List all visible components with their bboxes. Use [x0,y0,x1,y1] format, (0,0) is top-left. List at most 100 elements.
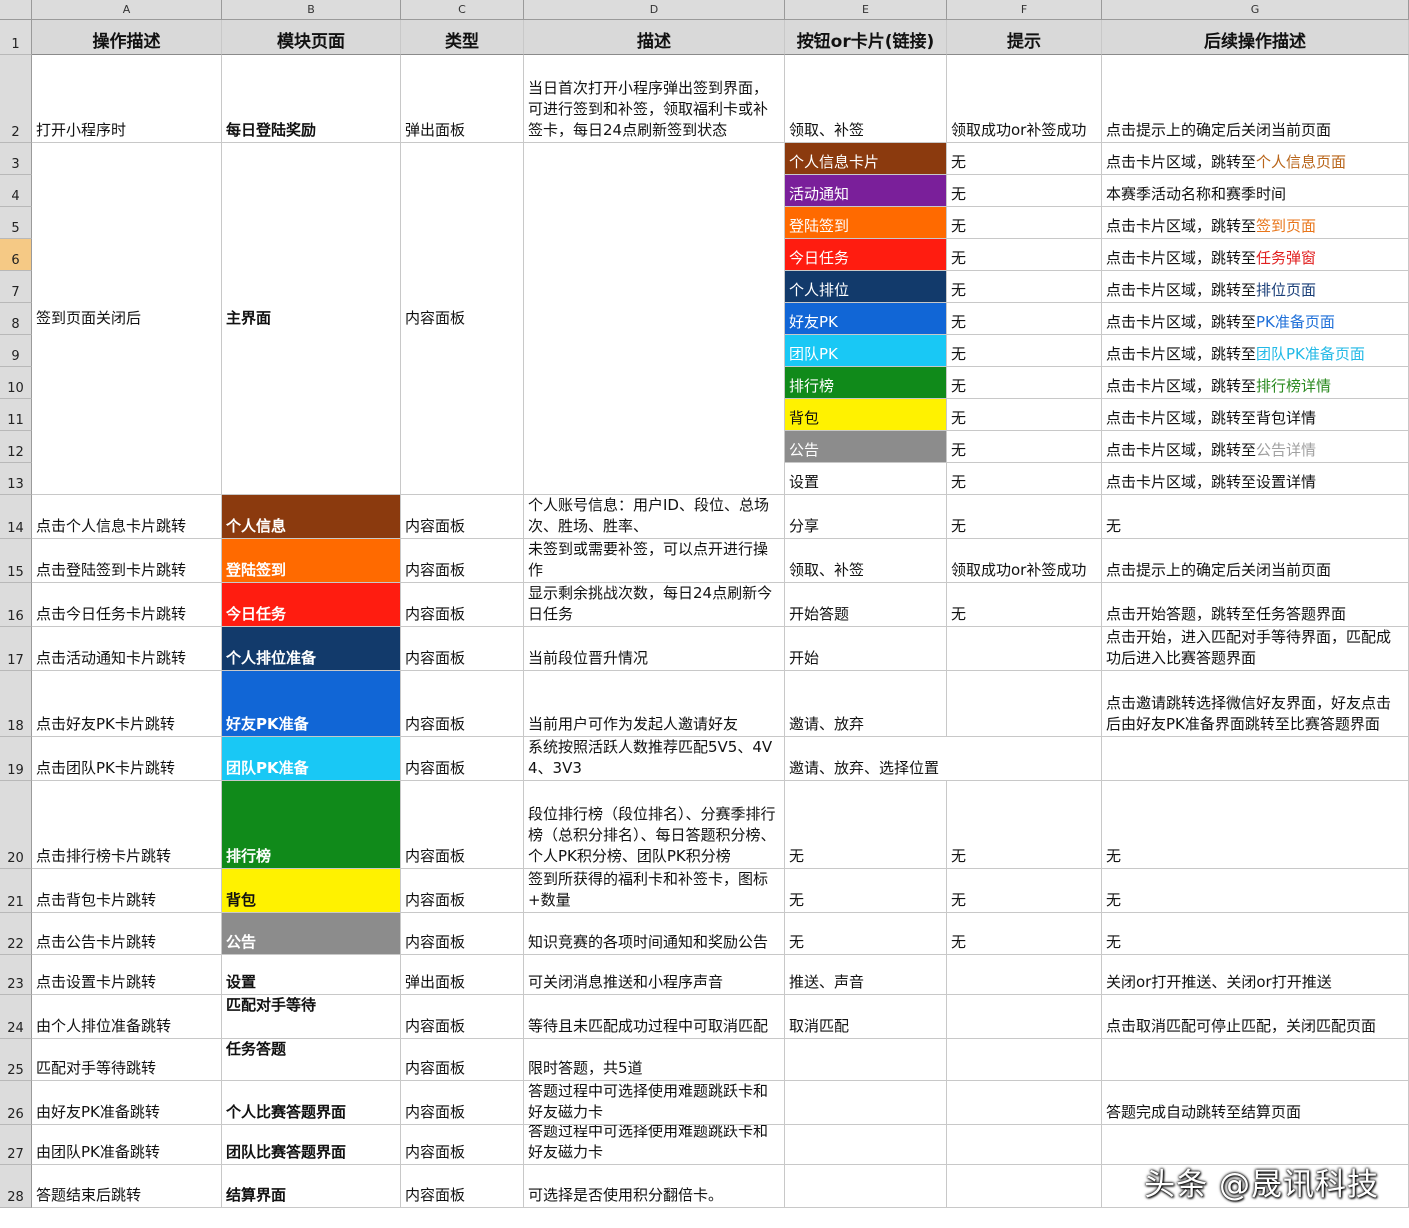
cell-f14[interactable]: 无 [947,495,1102,539]
row-header-14[interactable]: 14 [0,495,32,539]
cell-c22[interactable]: 内容面板 [401,913,524,955]
cell-c25[interactable]: 内容面板 [401,1039,524,1081]
row-header-13[interactable]: 13 [0,463,32,495]
cell-d26[interactable]: 答题过程中可选择使用难题跳跃卡和好友磁力卡 [524,1081,785,1125]
row-header-6[interactable]: 6 [0,239,32,271]
column-header-b[interactable]: B [222,0,401,20]
cell-e20[interactable]: 无 [785,781,947,869]
cell-c19[interactable]: 内容面板 [401,737,524,781]
row-header-26[interactable]: 26 [0,1081,32,1125]
cell-b25[interactable]: 任务答题 [222,1039,401,1081]
cell-g25[interactable] [1102,1039,1409,1081]
cell-e2[interactable]: 领取、补签 [785,55,947,143]
cell-c16[interactable]: 内容面板 [401,583,524,627]
cell-a26[interactable]: 由好友PK准备跳转 [32,1081,222,1125]
cell-c18[interactable]: 内容面板 [401,671,524,737]
cell-e28[interactable] [785,1165,947,1208]
cell-a2[interactable]: 打开小程序时 [32,55,222,143]
cell-e22[interactable]: 无 [785,913,947,955]
cell-f9[interactable]: 无 [947,335,1102,367]
row-header-4[interactable]: 4 [0,175,32,207]
cell-g9[interactable]: 点击卡片区域，跳转至 团队PK准备页面 [1102,335,1409,367]
cell-f7[interactable]: 无 [947,271,1102,303]
cell-b18[interactable]: 好友PK准备 [222,671,401,737]
cell-c27[interactable]: 内容面板 [401,1125,524,1165]
cell-d2[interactable]: 当日首次打开小程序弹出签到界面，可进行签到和补签，领取福利卡或补签卡，每日24点… [524,55,785,143]
cell-a14[interactable]: 点击个人信息卡片跳转 [32,495,222,539]
cell-e27[interactable] [785,1125,947,1165]
header-g[interactable]: 后续操作描述 [1102,20,1409,55]
cell-f11[interactable]: 无 [947,399,1102,431]
cell-f17[interactable] [947,627,1102,671]
cell-g7[interactable]: 点击卡片区域，跳转至 排位页面 [1102,271,1409,303]
card-button-10[interactable]: 排行榜 [785,367,947,399]
row-header-20[interactable]: 20 [0,781,32,869]
cell-a19[interactable]: 点击团队PK卡片跳转 [32,737,222,781]
cell-c24[interactable]: 内容面板 [401,995,524,1039]
cell-g2[interactable]: 点击提示上的确定后关闭当前页面 [1102,55,1409,143]
row-header-21[interactable]: 21 [0,869,32,913]
cell-f18[interactable] [947,671,1102,737]
cell-a23[interactable]: 点击设置卡片跳转 [32,955,222,995]
cell-b21[interactable]: 背包 [222,869,401,913]
card-button-7[interactable]: 个人排位 [785,271,947,303]
cell-c23[interactable]: 弹出面板 [401,955,524,995]
cell-e19[interactable]: 邀请、放弃、选择位置 [785,737,1102,781]
cell-a18[interactable]: 点击好友PK卡片跳转 [32,671,222,737]
card-button-12[interactable]: 公告 [785,431,947,463]
header-d[interactable]: 描述 [524,20,785,55]
cell-f24[interactable] [947,995,1102,1039]
cell-a15[interactable]: 点击登陆签到卡片跳转 [32,539,222,583]
cell-e16[interactable]: 开始答题 [785,583,947,627]
cell-d3-merged[interactable] [524,143,785,495]
cell-b20[interactable]: 排行榜 [222,781,401,869]
cell-e18[interactable]: 邀请、放弃 [785,671,947,737]
cell-g12[interactable]: 点击卡片区域，跳转至 公告详情 [1102,431,1409,463]
cell-g18[interactable]: 点击邀请跳转选择微信好友界面，好友点击后由好友PK准备界面跳转至比赛答题界面 [1102,671,1409,737]
cell-c21[interactable]: 内容面板 [401,869,524,913]
cell-c14[interactable]: 内容面板 [401,495,524,539]
cell-b23[interactable]: 设置 [222,955,401,995]
cell-f27[interactable] [947,1125,1102,1165]
row-header-3[interactable]: 3 [0,143,32,175]
cell-b17[interactable]: 个人排位准备 [222,627,401,671]
row-header-25[interactable]: 25 [0,1039,32,1081]
cell-d15[interactable]: 未签到或需要补签，可以点开进行操作 [524,539,785,583]
cell-f21[interactable]: 无 [947,869,1102,913]
row-header-19[interactable]: 19 [0,737,32,781]
cell-f4[interactable]: 无 [947,175,1102,207]
cell-b28[interactable]: 结算界面 [222,1165,401,1208]
card-button-6[interactable]: 今日任务 [785,239,947,271]
cell-a24[interactable]: 由个人排位准备跳转 [32,995,222,1039]
cell-d28[interactable]: 可选择是否使用积分翻倍卡。 [524,1165,785,1208]
row-header-28[interactable]: 28 [0,1165,32,1208]
cell-b19[interactable]: 团队PK准备 [222,737,401,781]
cell-f5[interactable]: 无 [947,207,1102,239]
row-header-8[interactable]: 8 [0,303,32,335]
cell-g22[interactable]: 无 [1102,913,1409,955]
cell-e21[interactable]: 无 [785,869,947,913]
cell-e15[interactable]: 领取、补签 [785,539,947,583]
row-header-9[interactable]: 9 [0,335,32,367]
header-c[interactable]: 类型 [401,20,524,55]
cell-f22[interactable]: 无 [947,913,1102,955]
header-a[interactable]: 操作描述 [32,20,222,55]
cell-f12[interactable]: 无 [947,431,1102,463]
cell-g20[interactable]: 无 [1102,781,1409,869]
header-e[interactable]: 按钮or卡片(链接) [785,20,947,55]
cell-f20[interactable]: 无 [947,781,1102,869]
row-header-1[interactable]: 1 [0,20,32,55]
cell-a25[interactable]: 匹配对手等待跳转 [32,1039,222,1081]
cell-f3[interactable]: 无 [947,143,1102,175]
card-button-5[interactable]: 登陆签到 [785,207,947,239]
cell-g19[interactable] [1102,737,1409,781]
cell-f23[interactable] [947,955,1102,995]
row-header-11[interactable]: 11 [0,399,32,431]
cell-b16[interactable]: 今日任务 [222,583,401,627]
cell-b15[interactable]: 登陆签到 [222,539,401,583]
select-all-corner[interactable] [0,0,32,20]
cell-b14[interactable]: 个人信息 [222,495,401,539]
cell-g16[interactable]: 点击开始答题，跳转至任务答题界面 [1102,583,1409,627]
cell-g10[interactable]: 点击卡片区域，跳转至 排行榜详情 [1102,367,1409,399]
column-header-c[interactable]: C [401,0,524,20]
